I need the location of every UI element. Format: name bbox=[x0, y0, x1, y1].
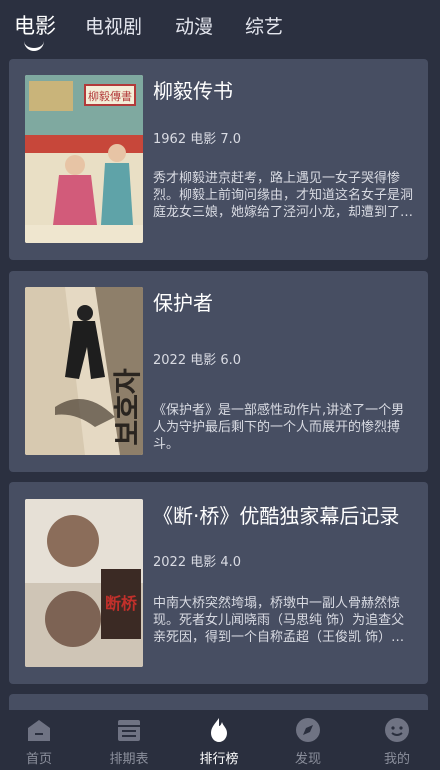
calendar-icon bbox=[118, 720, 140, 741]
movie-poster: 断桥 bbox=[25, 499, 143, 667]
nav-home-label: 首页 bbox=[25, 752, 52, 767]
movie-description: 中南大桥突然垮塌，桥墩中一副人骨赫然惊现。死者女儿闻晓雨（马思纯 饰）为追查父亲… bbox=[153, 596, 405, 645]
compass-icon bbox=[296, 718, 320, 742]
poster-title-text: 断桥 bbox=[105, 594, 138, 613]
active-tab-indicator bbox=[24, 40, 44, 51]
movie-meta: 2022 电影 4.0 bbox=[153, 555, 242, 570]
movie-title: 《断·桥》优酷独家幕后记录 bbox=[153, 504, 400, 528]
movie-poster: 보호자 bbox=[25, 287, 143, 455]
nav-schedule-label: 排期表 bbox=[109, 752, 149, 767]
nav-ranking[interactable]: 排行榜 bbox=[175, 710, 263, 770]
movie-card[interactable]: 断桥 《断·桥》优酷独家幕后记录 2022 电影 4.0 中南大桥突然垮塌，桥墩… bbox=[9, 482, 428, 684]
profile-icon bbox=[385, 718, 409, 742]
movie-card[interactable]: 柳毅傳書 柳毅传书 1962 电影 7.0 秀才柳毅进京赶考，路上遇见一女子哭得… bbox=[9, 59, 428, 260]
home-icon bbox=[28, 720, 50, 741]
movie-description: 《保护者》是一部感性动作片,讲述了一个男人为守护最后剩下的一个人而展开的惨烈搏斗… bbox=[153, 403, 405, 452]
movie-title: 保护者 bbox=[153, 291, 213, 315]
movie-meta: 2022 电影 6.0 bbox=[153, 353, 242, 368]
movie-poster: 柳毅傳書 bbox=[25, 75, 143, 243]
nav-discover[interactable]: 发现 bbox=[264, 710, 352, 770]
movie-card[interactable]: 보호자 保护者 2022 电影 6.0 《保护者》是一部感性动作片,讲述了一个男… bbox=[9, 271, 428, 472]
poster-title-text: 柳毅傳書 bbox=[88, 89, 132, 103]
bottom-navigation: 首页 排期表 排行榜 发现 我的 bbox=[0, 710, 440, 770]
flame-icon bbox=[211, 718, 227, 742]
nav-profile-label: 我的 bbox=[383, 752, 410, 767]
nav-ranking-label: 排行榜 bbox=[199, 752, 239, 767]
movie-description: 秀才柳毅进京赶考，路上遇见一女子哭得惨烈。柳毅上前询问缘由，才知道这名女子是洞庭… bbox=[153, 171, 414, 220]
nav-home[interactable]: 首页 bbox=[0, 710, 83, 770]
tab-variety[interactable]: 综艺 bbox=[245, 12, 283, 39]
category-tabs: 电影 电视剧 动漫 综艺 bbox=[0, 0, 440, 52]
tab-anime[interactable]: 动漫 bbox=[175, 12, 213, 39]
tab-tv-series[interactable]: 电视剧 bbox=[85, 12, 142, 39]
movie-title: 柳毅传书 bbox=[153, 79, 233, 103]
nav-profile[interactable]: 我的 bbox=[353, 710, 440, 770]
movie-meta: 1962 电影 7.0 bbox=[153, 132, 242, 147]
poster-title-text: 보호자 bbox=[111, 368, 143, 446]
nav-discover-label: 发现 bbox=[294, 752, 321, 767]
nav-schedule[interactable]: 排期表 bbox=[85, 710, 173, 770]
tab-movie[interactable]: 电影 bbox=[14, 10, 56, 40]
